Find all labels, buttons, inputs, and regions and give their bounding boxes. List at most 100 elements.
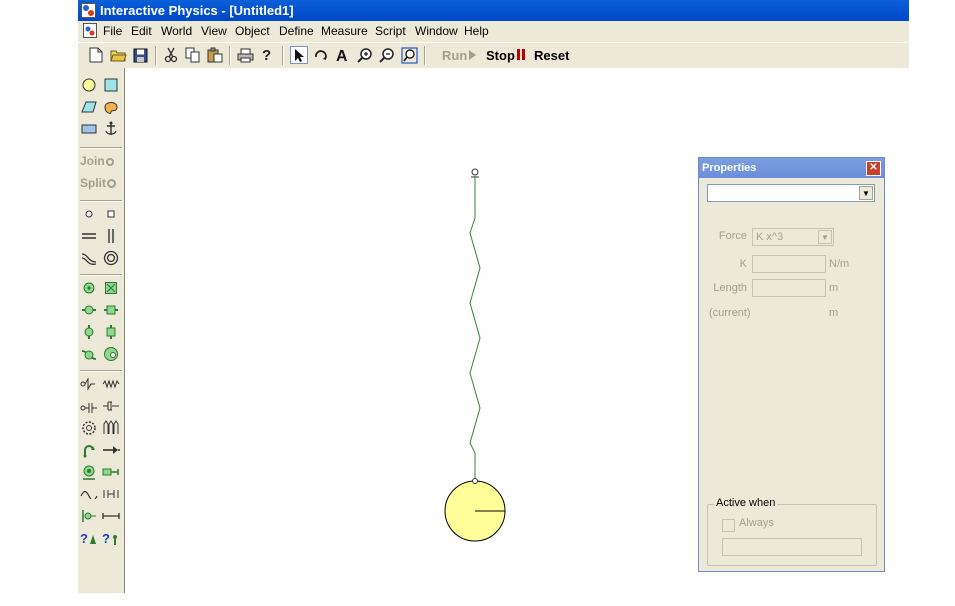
tool-palette: Join Split ? ? — [78, 68, 125, 593]
copy-icon[interactable] — [184, 46, 202, 64]
torque-tool-icon[interactable] — [80, 486, 98, 502]
motor-tool-icon[interactable] — [80, 464, 98, 480]
horizontal-keyed-slot-tool-icon[interactable] — [102, 302, 120, 318]
rotational-damper-tool-icon[interactable] — [102, 420, 120, 436]
run-label: Run — [442, 48, 468, 63]
menu-file[interactable]: File — [103, 21, 122, 41]
properties-title-bar[interactable]: Properties ✕ — [699, 158, 884, 178]
text-tool-icon[interactable]: A — [334, 46, 352, 64]
curved-pin-slot-tool-icon[interactable] — [80, 346, 98, 362]
cut-icon[interactable] — [162, 46, 180, 64]
zoom-out-icon[interactable] — [378, 46, 396, 64]
curved-slot-tool-icon[interactable] — [80, 250, 98, 266]
run-button[interactable]: Run — [442, 47, 477, 64]
menu-bar: File Edit World View Object Define Measu… — [78, 21, 909, 41]
menu-window[interactable]: Window — [415, 21, 458, 41]
menu-script[interactable]: Script — [375, 21, 406, 41]
anchor-point[interactable] — [471, 168, 479, 178]
close-icon[interactable]: ✕ — [866, 161, 881, 176]
svg-text:A: A — [336, 48, 348, 63]
help-tool-icon[interactable]: ? — [80, 530, 98, 546]
k-field[interactable] — [752, 255, 826, 273]
title-bar[interactable]: Interactive Physics - [Untitled1] — [78, 0, 909, 21]
damper-tool-icon[interactable] — [80, 398, 98, 414]
spring-damper-tool-icon[interactable] — [102, 398, 120, 414]
length-field[interactable] — [752, 279, 826, 297]
menu-help[interactable]: Help — [464, 21, 489, 41]
curved-body-tool-icon[interactable] — [102, 99, 120, 115]
force-type-select[interactable]: K x^3 ▼ — [752, 228, 834, 246]
split-button[interactable]: Split — [80, 176, 116, 190]
zoom-in-icon[interactable] — [356, 46, 374, 64]
properties-title: Properties — [702, 162, 757, 174]
new-file-icon[interactable] — [87, 46, 105, 64]
current-unit: m — [829, 307, 839, 319]
menu-world[interactable]: World — [161, 21, 192, 41]
chevron-down-icon[interactable]: ▼ — [859, 186, 873, 200]
length-unit: m — [829, 282, 839, 294]
closed-slot-tool-icon[interactable] — [102, 250, 120, 266]
spring-tool-icon[interactable] — [102, 376, 120, 392]
rotate-tool-icon[interactable] — [312, 46, 330, 64]
separator-tool-icon[interactable] — [102, 486, 120, 502]
window-title: Interactive Physics - [Untitled1] — [100, 3, 294, 18]
ball-body[interactable] — [444, 478, 506, 542]
stop-label: Stop — [486, 48, 515, 63]
menu-edit[interactable]: Edit — [131, 21, 152, 41]
vertical-slot-tool-icon[interactable] — [102, 228, 120, 244]
print-icon[interactable] — [236, 46, 254, 64]
always-checkbox[interactable] — [722, 519, 735, 532]
pin-joint-tool-icon[interactable] — [80, 280, 98, 296]
split-label: Split — [80, 176, 106, 190]
force-tool-icon[interactable] — [102, 442, 120, 458]
circle-tool-icon[interactable] — [80, 77, 98, 93]
reset-button[interactable]: Reset — [534, 47, 569, 64]
polygon-tool-icon[interactable] — [80, 99, 98, 115]
rigid-rod-tool-icon[interactable] — [102, 508, 120, 524]
horizontal-pin-slot-tool-icon[interactable] — [80, 302, 98, 318]
vertical-keyed-slot-tool-icon[interactable] — [102, 324, 120, 340]
closed-pin-slot-tool-icon[interactable] — [102, 346, 120, 362]
context-help-tool-icon[interactable]: ? — [102, 530, 120, 546]
rigid-joint-tool-icon[interactable] — [102, 280, 120, 296]
anchor-tool-icon[interactable] — [102, 121, 120, 137]
spring[interactable] — [469, 176, 481, 480]
document-icon[interactable] — [83, 23, 97, 38]
point-tool-icon[interactable] — [80, 206, 98, 222]
paste-icon[interactable] — [206, 46, 224, 64]
help-pointer-icon[interactable]: ? — [258, 46, 276, 64]
pulley-tool-icon[interactable] — [80, 508, 98, 524]
k-unit: N/m — [829, 258, 850, 270]
rotational-spring-tool-icon[interactable] — [80, 420, 98, 436]
menu-define[interactable]: Define — [279, 21, 314, 41]
join-label: Join — [80, 154, 105, 168]
horizontal-slot-tool-icon[interactable] — [80, 228, 98, 244]
actuator-tool-icon[interactable] — [102, 464, 120, 480]
app-icon — [81, 3, 96, 18]
square-point-tool-icon[interactable] — [102, 206, 120, 222]
stop-button[interactable]: Stop — [486, 47, 525, 64]
zoom-fit-icon[interactable] — [400, 46, 418, 64]
rope-tool-icon[interactable] — [80, 376, 98, 392]
menu-object[interactable]: Object — [235, 21, 270, 41]
menu-view[interactable]: View — [201, 21, 227, 41]
square-tool-icon[interactable] — [102, 77, 120, 93]
arrow-tool-icon[interactable] — [290, 46, 308, 64]
properties-panel: Properties ✕ ▼ Force K x^3 ▼ K N/m Lengt… — [698, 157, 885, 572]
vertical-pin-slot-tool-icon[interactable] — [80, 324, 98, 340]
object-selector-dropdown[interactable]: ▼ — [707, 184, 875, 202]
open-folder-icon[interactable] — [109, 46, 127, 64]
svg-text:?: ? — [262, 47, 271, 63]
stop-bars-icon — [516, 49, 520, 60]
chevron-down-icon[interactable]: ▼ — [818, 230, 832, 244]
save-icon[interactable] — [131, 46, 149, 64]
k-label: K — [739, 258, 747, 270]
rod-tool-icon[interactable] — [80, 442, 98, 458]
active-when-field[interactable] — [722, 538, 862, 556]
menu-measure[interactable]: Measure — [321, 21, 368, 41]
rectangle-tool-icon[interactable] — [80, 121, 98, 137]
join-button[interactable]: Join — [80, 154, 114, 168]
active-when-group: Active when Always — [707, 497, 877, 566]
join-icon — [105, 158, 114, 166]
force-label: Force — [718, 230, 747, 242]
